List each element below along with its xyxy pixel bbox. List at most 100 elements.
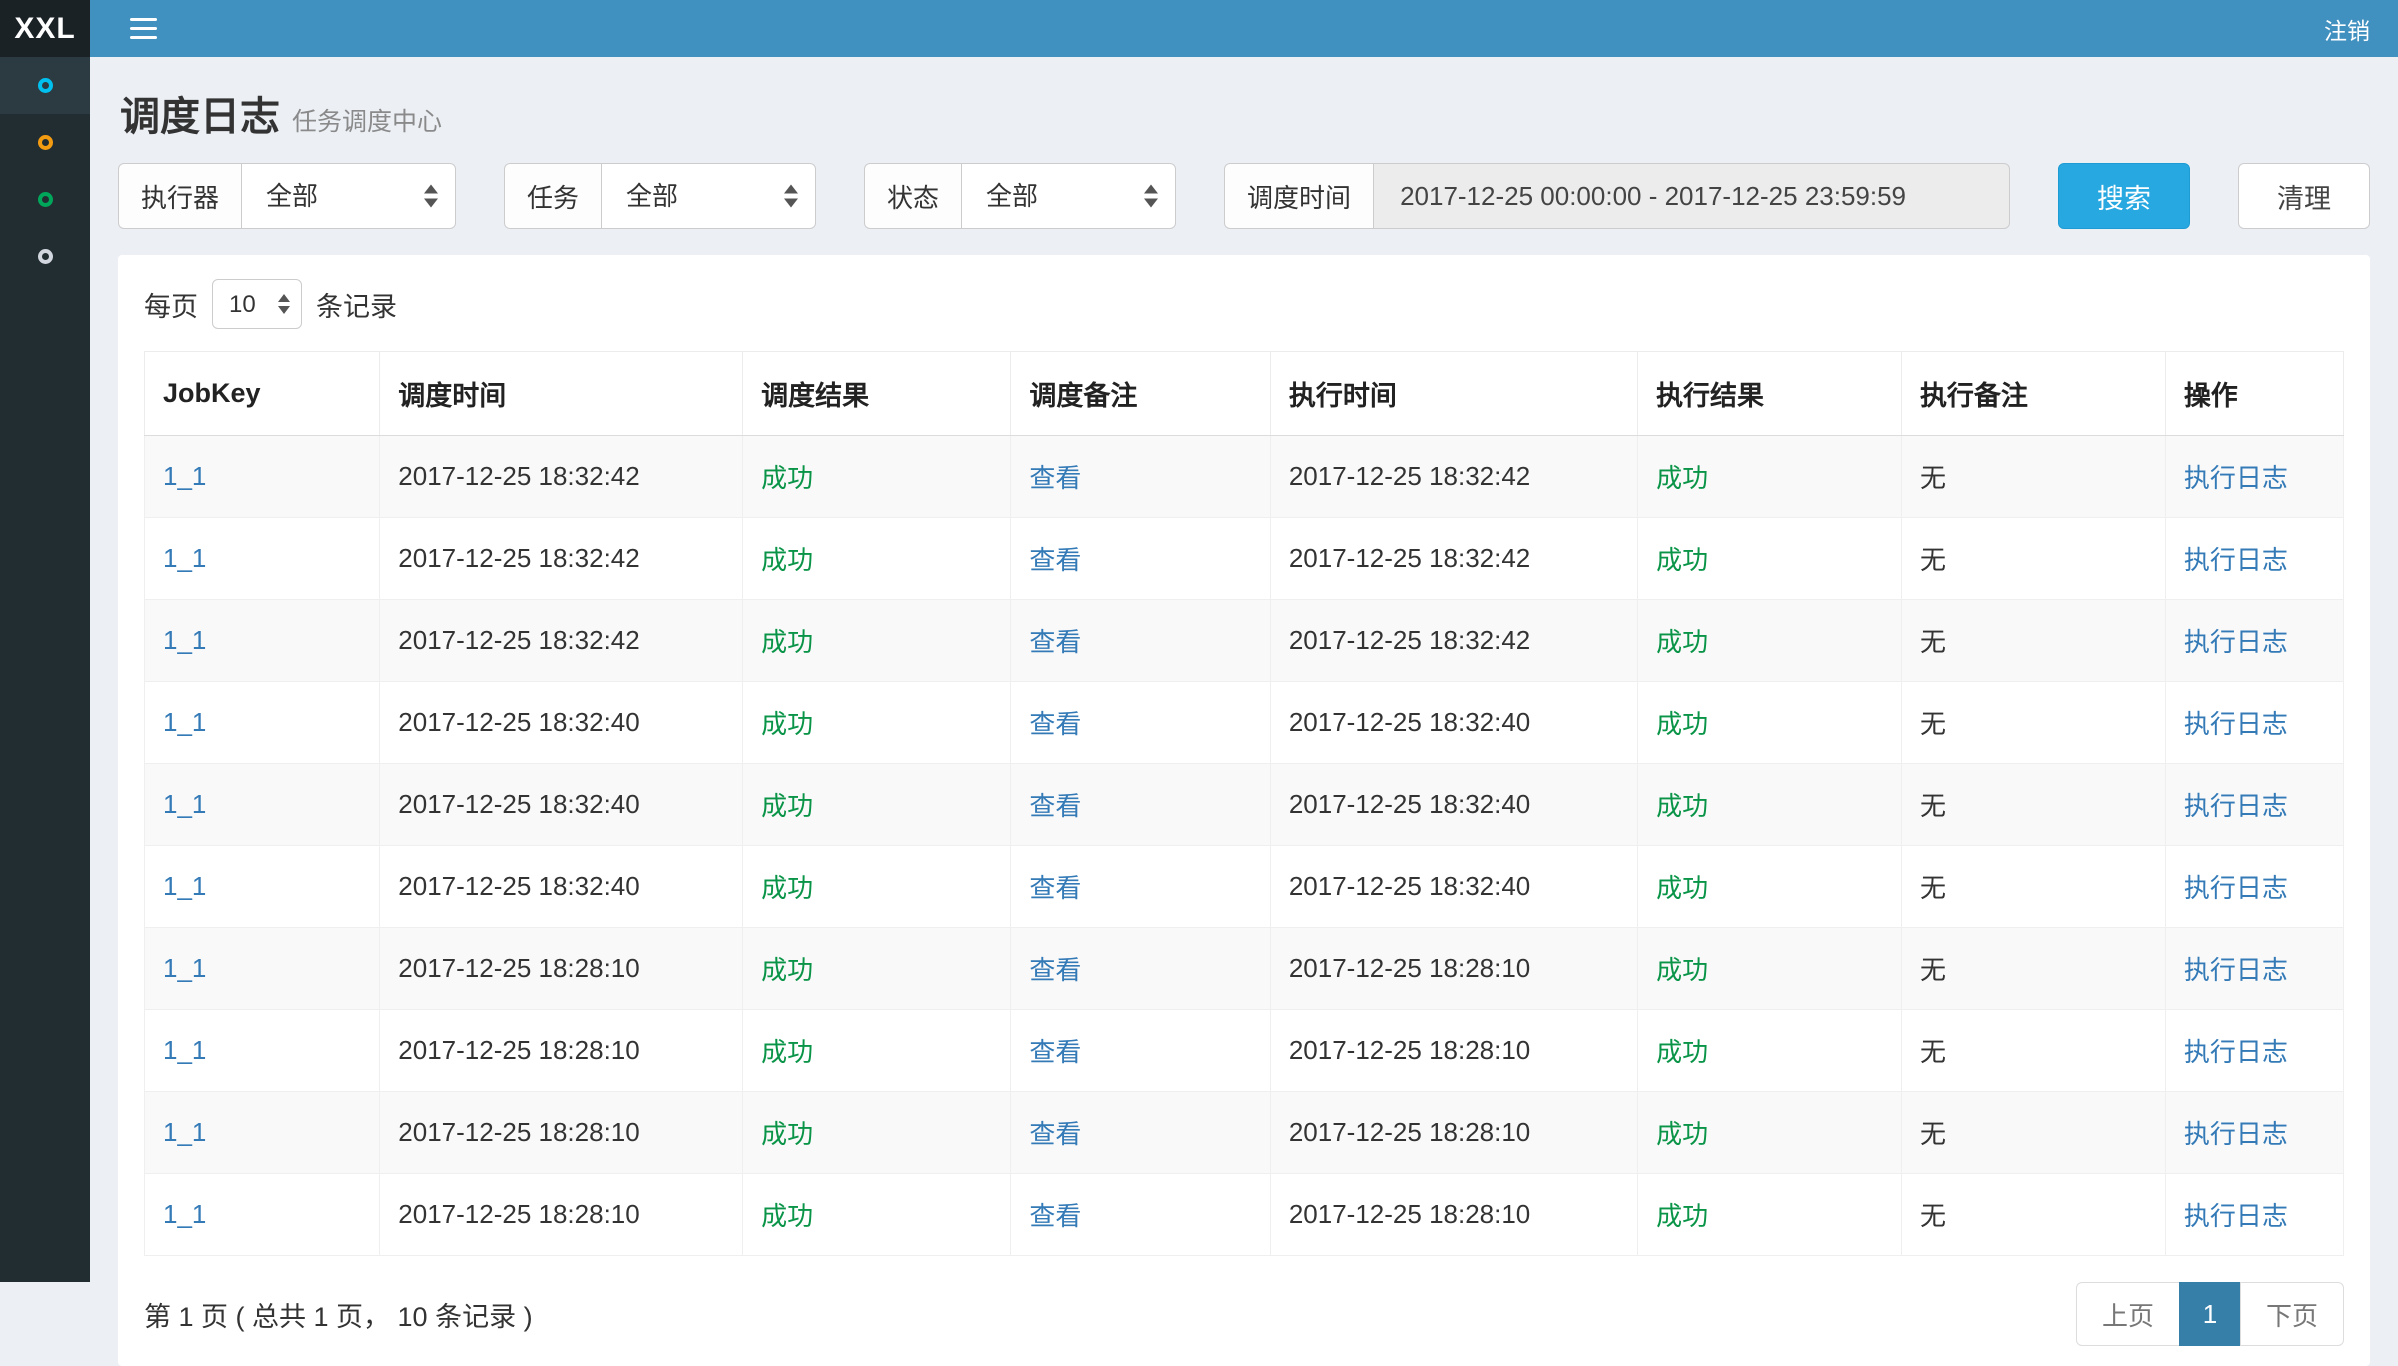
jobkey-link[interactable]: 1_1 <box>163 953 206 983</box>
table-row: 1_1 2017-12-25 18:28:10 成功 查看 2017-12-25… <box>145 928 2344 1010</box>
cell-jobkey: 1_1 <box>145 928 380 1010</box>
cell-trigger-time: 2017-12-25 18:28:10 <box>380 1092 743 1174</box>
trigger-msg-link[interactable]: 查看 <box>1029 709 1081 739</box>
trigger-msg-link[interactable]: 查看 <box>1029 955 1081 985</box>
next-page-button[interactable]: 下页 <box>2240 1282 2344 1346</box>
exec-log-link[interactable]: 执行日志 <box>2184 955 2288 985</box>
page-title: 调度日志任务调度中心 <box>120 84 2368 142</box>
handle-result-text: 成功 <box>1656 627 1708 657</box>
cell-trigger-msg: 查看 <box>1011 928 1270 1010</box>
trigger-time-range-input[interactable] <box>1373 163 2010 229</box>
handle-result-text: 成功 <box>1656 1037 1708 1067</box>
cell-handle-result: 成功 <box>1638 1174 1902 1256</box>
app-logo[interactable]: XXL <box>0 0 90 57</box>
page-size-row: 每页 10 条记录 <box>144 279 2344 329</box>
logout-link[interactable]: 注销 <box>2324 12 2370 46</box>
exec-log-link[interactable]: 执行日志 <box>2184 1201 2288 1231</box>
executor-select[interactable]: 全部 <box>241 163 456 229</box>
cell-handle-time: 2017-12-25 18:32:42 <box>1270 600 1637 682</box>
trigger-msg-link[interactable]: 查看 <box>1029 545 1081 575</box>
circle-outline-icon <box>38 78 53 93</box>
jobkey-link[interactable]: 1_1 <box>163 707 206 737</box>
cell-handle-msg: 无 <box>1901 600 2165 682</box>
filter-bar: 执行器 全部 任务 全部 状态 全部 <box>118 163 2370 229</box>
exec-log-link[interactable]: 执行日志 <box>2184 791 2288 821</box>
jobkey-link[interactable]: 1_1 <box>163 461 206 491</box>
log-table-box: 每页 10 条记录 JobKey 调度时间 调度结果 调度备注 执行时间 执行结… <box>118 255 2370 1366</box>
cell-trigger-result: 成功 <box>743 518 1011 600</box>
sidebar-item-3[interactable] <box>0 171 90 228</box>
trigger-result-text: 成功 <box>761 955 813 985</box>
exec-log-link[interactable]: 执行日志 <box>2184 463 2288 493</box>
jobkey-link[interactable]: 1_1 <box>163 1035 206 1065</box>
exec-log-link[interactable]: 执行日志 <box>2184 545 2288 575</box>
trigger-msg-link[interactable]: 查看 <box>1029 873 1081 903</box>
page-title-text: 调度日志 <box>120 95 280 139</box>
job-select[interactable]: 全部 <box>601 163 816 229</box>
jobkey-link[interactable]: 1_1 <box>163 1199 206 1229</box>
status-filter-label: 状态 <box>864 163 961 229</box>
jobkey-link[interactable]: 1_1 <box>163 625 206 655</box>
handle-result-text: 成功 <box>1656 791 1708 821</box>
sidebar-item-4[interactable] <box>0 228 90 285</box>
clear-button[interactable]: 清理 <box>2238 163 2370 229</box>
search-button[interactable]: 搜索 <box>2058 163 2190 229</box>
cell-trigger-time: 2017-12-25 18:28:10 <box>380 1174 743 1256</box>
sidebar-item-1[interactable] <box>0 57 90 114</box>
exec-log-link[interactable]: 执行日志 <box>2184 1037 2288 1067</box>
table-row: 1_1 2017-12-25 18:32:40 成功 查看 2017-12-25… <box>145 846 2344 928</box>
page-size-select[interactable]: 10 <box>212 279 302 329</box>
cell-handle-result: 成功 <box>1638 1010 1902 1092</box>
sidebar-item-2[interactable] <box>0 114 90 171</box>
prev-page-button[interactable]: 上页 <box>2076 1282 2180 1346</box>
pagination: 上页 1 下页 <box>2076 1282 2344 1346</box>
cell-trigger-result: 成功 <box>743 1092 1011 1174</box>
cell-handle-time: 2017-12-25 18:28:10 <box>1270 1092 1637 1174</box>
status-select[interactable]: 全部 <box>961 163 1176 229</box>
trigger-msg-link[interactable]: 查看 <box>1029 791 1081 821</box>
sidebar <box>0 57 90 1282</box>
sidebar-toggle-icon[interactable] <box>130 18 157 39</box>
table-footer: 第 1 页 ( 总共 1 页， 10 条记录 ) 上页 1 下页 <box>144 1282 2344 1346</box>
col-trigger-result: 调度结果 <box>743 352 1011 436</box>
exec-log-link[interactable]: 执行日志 <box>2184 709 2288 739</box>
cell-jobkey: 1_1 <box>145 436 380 518</box>
exec-log-link[interactable]: 执行日志 <box>2184 873 2288 903</box>
cell-trigger-result: 成功 <box>743 764 1011 846</box>
exec-log-link[interactable]: 执行日志 <box>2184 1119 2288 1149</box>
cell-action: 执行日志 <box>2165 846 2343 928</box>
top-navbar: XXL 注销 <box>0 0 2398 57</box>
cell-handle-time: 2017-12-25 18:32:40 <box>1270 764 1637 846</box>
trigger-msg-link[interactable]: 查看 <box>1029 1119 1081 1149</box>
navbar-main: 注销 <box>90 0 2398 57</box>
cell-trigger-time: 2017-12-25 18:32:40 <box>380 846 743 928</box>
trigger-msg-link[interactable]: 查看 <box>1029 627 1081 657</box>
cell-handle-time: 2017-12-25 18:32:40 <box>1270 682 1637 764</box>
handle-result-text: 成功 <box>1656 463 1708 493</box>
table-row: 1_1 2017-12-25 18:32:40 成功 查看 2017-12-25… <box>145 682 2344 764</box>
trigger-result-text: 成功 <box>761 1201 813 1231</box>
trigger-msg-link[interactable]: 查看 <box>1029 463 1081 493</box>
cell-handle-result: 成功 <box>1638 436 1902 518</box>
exec-log-link[interactable]: 执行日志 <box>2184 627 2288 657</box>
trigger-time-filter-label: 调度时间 <box>1224 163 1373 229</box>
cell-trigger-msg: 查看 <box>1011 1010 1270 1092</box>
jobkey-link[interactable]: 1_1 <box>163 871 206 901</box>
cell-trigger-result: 成功 <box>743 928 1011 1010</box>
cell-trigger-msg: 查看 <box>1011 764 1270 846</box>
jobkey-link[interactable]: 1_1 <box>163 789 206 819</box>
trigger-msg-link[interactable]: 查看 <box>1029 1201 1081 1231</box>
cell-handle-msg: 无 <box>1901 682 2165 764</box>
log-table-body: 1_1 2017-12-25 18:32:42 成功 查看 2017-12-25… <box>145 436 2344 1256</box>
jobkey-link[interactable]: 1_1 <box>163 1117 206 1147</box>
current-page-button[interactable]: 1 <box>2179 1282 2241 1346</box>
cell-trigger-time: 2017-12-25 18:32:42 <box>380 518 743 600</box>
table-header-row: JobKey 调度时间 调度结果 调度备注 执行时间 执行结果 执行备注 操作 <box>145 352 2344 436</box>
cell-handle-result: 成功 <box>1638 928 1902 1010</box>
trigger-msg-link[interactable]: 查看 <box>1029 1037 1081 1067</box>
cell-jobkey: 1_1 <box>145 518 380 600</box>
trigger-result-text: 成功 <box>761 463 813 493</box>
page-size-suffix: 条记录 <box>316 285 397 324</box>
cell-handle-msg: 无 <box>1901 764 2165 846</box>
jobkey-link[interactable]: 1_1 <box>163 543 206 573</box>
